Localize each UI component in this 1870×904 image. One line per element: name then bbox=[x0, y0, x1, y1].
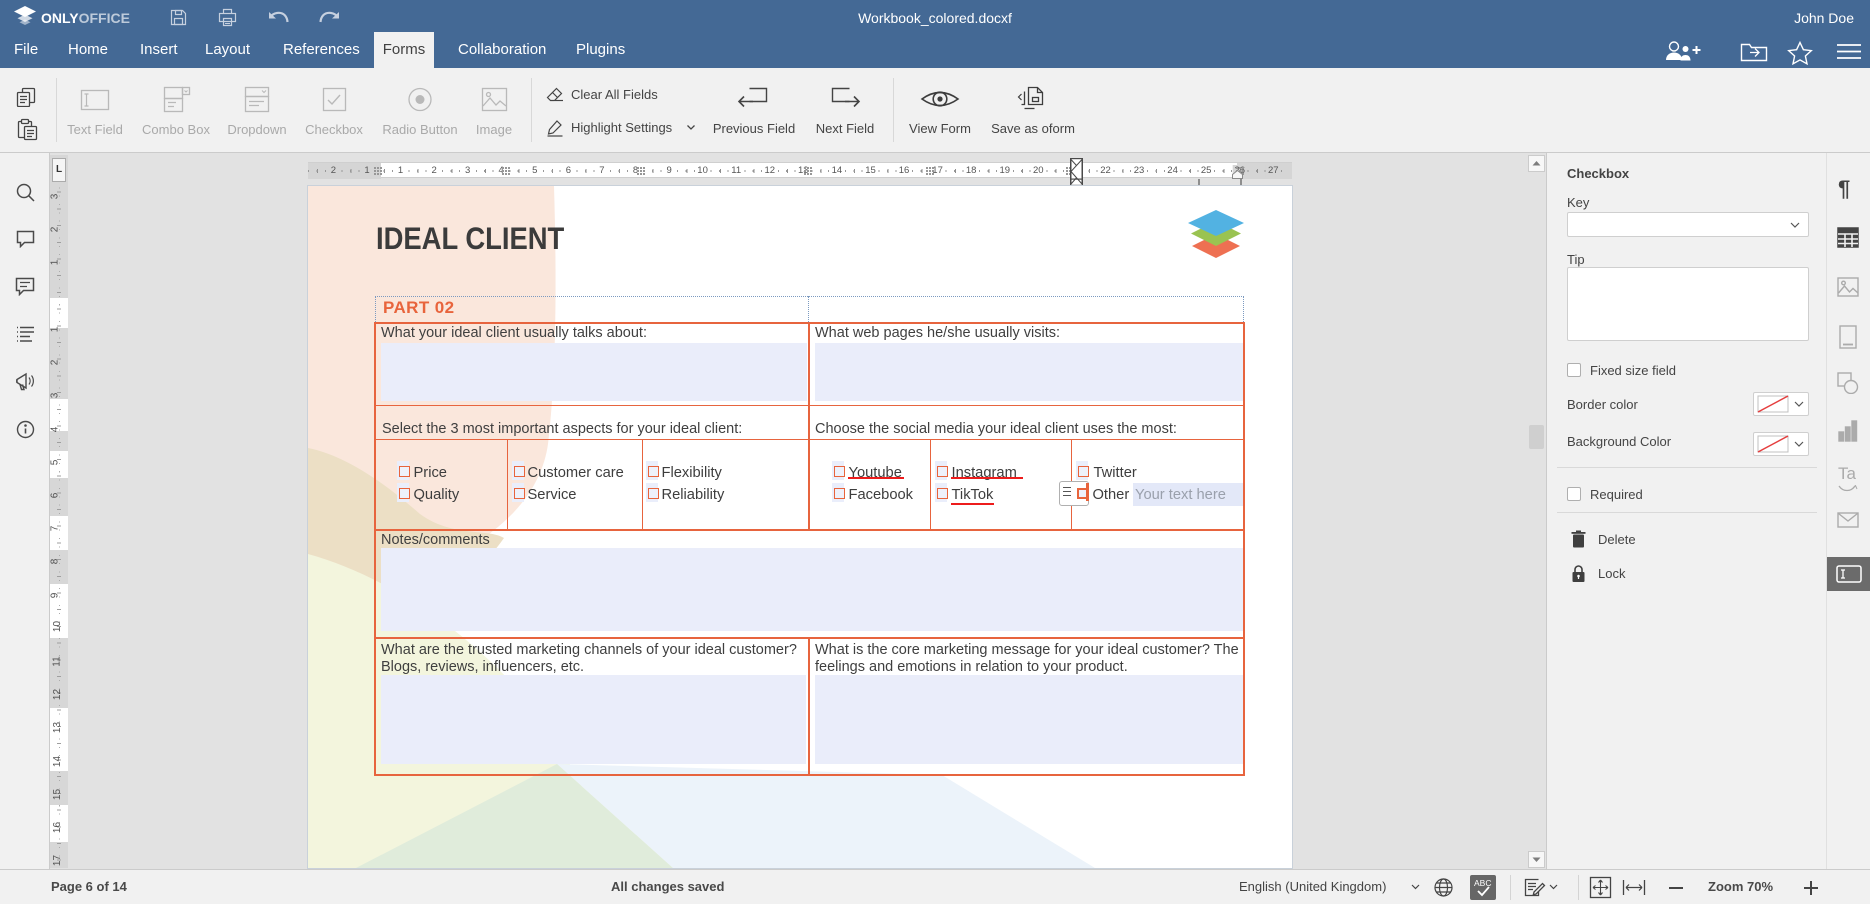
svg-text:ABC: ABC bbox=[1474, 878, 1491, 888]
